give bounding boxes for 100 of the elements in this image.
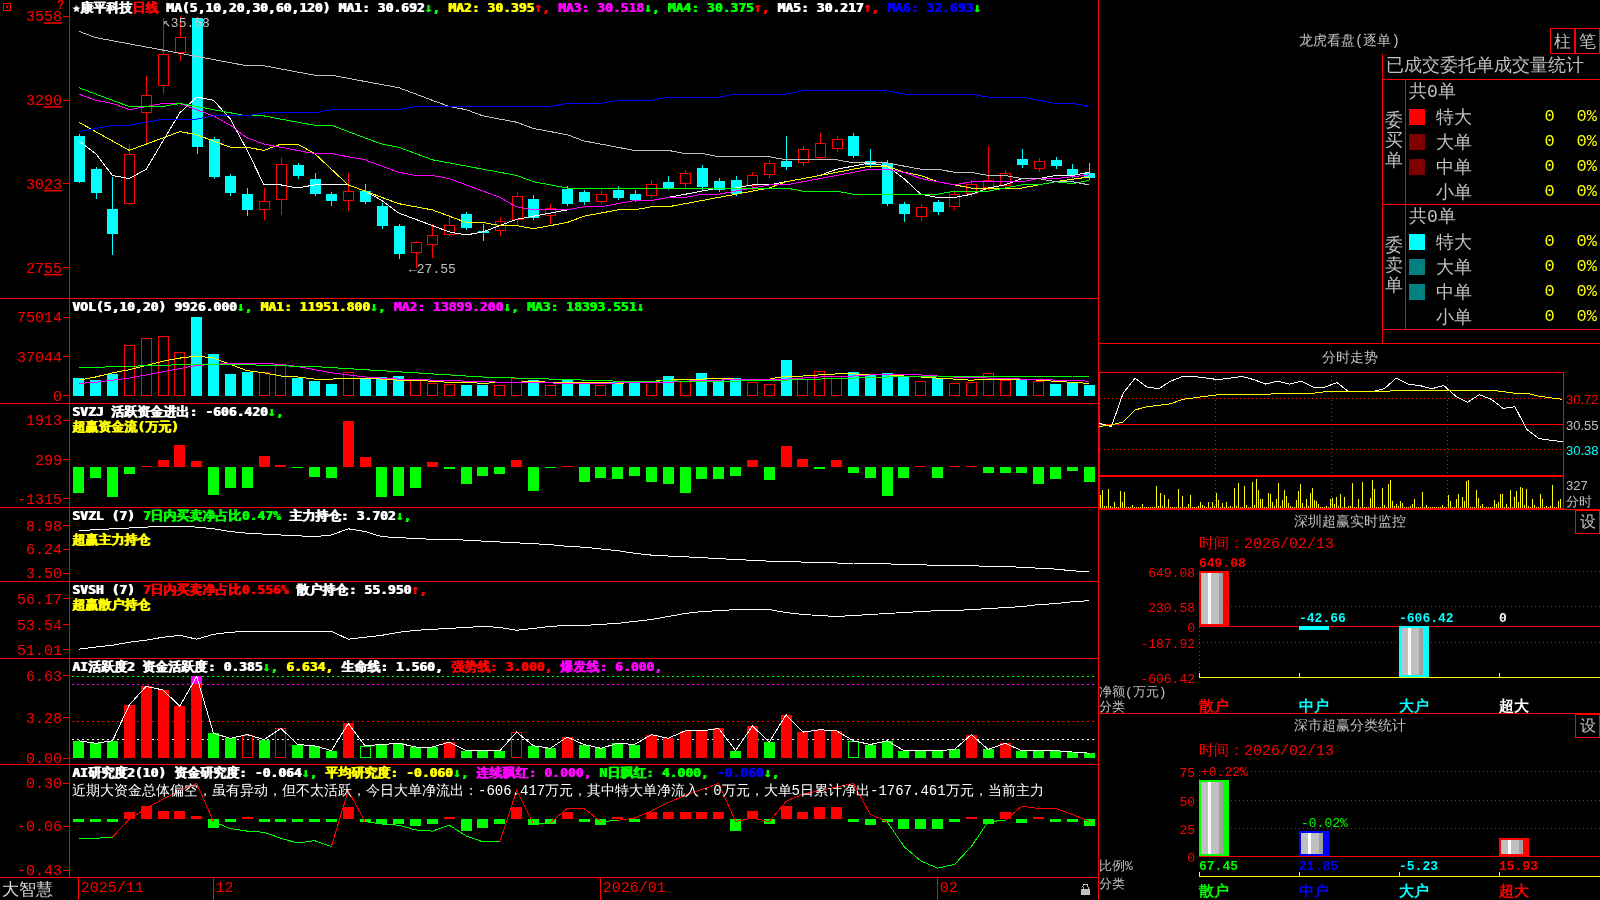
legend-text: 活跃资金进出: -606.420 <box>111 404 268 419</box>
candle <box>1000 169 1011 189</box>
stripe-drawing <box>1201 573 1223 624</box>
order-total: 共0单 <box>1409 82 1456 102</box>
candle <box>899 201 910 223</box>
order-size-label: 中单 <box>1436 281 1472 304</box>
order-percent: 0% <box>1576 282 1597 301</box>
legend-text: ↑, <box>753 0 770 15</box>
axis-label: 53.54 <box>17 618 62 635</box>
axis-label: 327 <box>1566 478 1588 493</box>
candle <box>764 159 775 179</box>
candle <box>646 179 657 199</box>
order-count: 0 <box>1544 157 1555 176</box>
table-title: 已成交委托单成交量统计 <box>1386 56 1584 76</box>
candle <box>91 166 102 200</box>
square-icon[interactable] <box>3 3 11 11</box>
value-label: 15.93 <box>1499 859 1538 874</box>
panel-title: 深市超赢分类统计 <box>1293 717 1406 735</box>
candle <box>714 177 725 193</box>
axis-label: 8.98 <box>26 518 62 536</box>
candle <box>848 132 859 159</box>
candle <box>983 145 994 191</box>
date-label: 02 <box>936 878 958 900</box>
legend-text: 平均研究度: -0.060 <box>325 765 453 780</box>
view-toggle-button[interactable]: 笔 <box>1575 28 1600 54</box>
candle <box>461 211 472 231</box>
axis-label: 6.24 <box>26 542 62 560</box>
candle <box>141 75 152 145</box>
order-size-label: 大单 <box>1436 256 1472 279</box>
legend-text: ↓ <box>973 0 981 15</box>
axis-title: 分类 <box>1099 877 1125 892</box>
axis-label: 3290 <box>25 93 62 111</box>
axis-label: 30.55 <box>1566 417 1599 433</box>
candle <box>680 169 691 189</box>
candle <box>815 132 826 161</box>
legend-text: MA1: 11951.800 <box>260 299 370 314</box>
candle <box>1067 163 1078 179</box>
legend-text: ↓, <box>395 508 412 523</box>
legend-text: ↓, <box>236 299 253 314</box>
category-label: 中户 <box>1299 699 1329 713</box>
order-size-label: 特大 <box>1436 106 1472 129</box>
candle <box>865 148 876 169</box>
axis-label: 30.72 <box>1566 391 1599 407</box>
candle <box>697 164 708 191</box>
legend-text: 主力持仓: 3.702 <box>288 508 396 523</box>
candle <box>310 172 321 197</box>
candle <box>579 189 590 206</box>
settings-button[interactable]: 设 <box>1575 714 1600 738</box>
candle <box>259 187 270 221</box>
legend-text: -0.060 <box>716 765 764 780</box>
category-label: 大户 <box>1399 699 1429 713</box>
legend-text: 7日内买卖净占比0.556% <box>142 582 289 597</box>
legend-text: 超赢散户持仓 <box>72 597 150 612</box>
candle <box>545 203 556 225</box>
panel-title: 深圳超赢实时监控 <box>1293 513 1406 531</box>
candle <box>528 194 539 221</box>
candle <box>596 189 607 205</box>
candle <box>613 185 624 201</box>
stripe-drawing <box>1401 628 1423 675</box>
order-size-label: 中单 <box>1436 156 1472 179</box>
legend-text: 超赢主力持仓 <box>72 532 150 547</box>
legend-text: ↑, <box>863 0 879 15</box>
category-label: 中户 <box>1299 884 1329 900</box>
order-percent: 0% <box>1576 157 1597 176</box>
legend-text: MA6: 32.693 <box>886 0 974 15</box>
legend-text: ↓ <box>636 299 645 314</box>
legend-text: MA2: 13899.200 <box>393 299 503 314</box>
candle <box>326 191 337 207</box>
candle <box>394 223 405 260</box>
legend-text: N日飘红: 4.000, <box>599 765 709 780</box>
candle <box>1051 156 1062 170</box>
order-count: 0 <box>1544 182 1555 201</box>
candle <box>444 214 455 237</box>
legend-text: ↓, <box>301 765 318 780</box>
category-label: 超大 <box>1499 884 1529 900</box>
legend-text: SVZJ <box>72 404 104 419</box>
axis-label: -1315 <box>17 492 62 507</box>
axis-label: 1913 <box>26 413 62 431</box>
legend-text: AI研究度2(10) <box>72 765 166 780</box>
legend-text: ★康平科技 <box>72 0 132 15</box>
axis-label: 0 <box>1187 620 1195 636</box>
settings-button[interactable]: 设 <box>1575 510 1600 534</box>
stripe-drawing <box>1201 782 1223 854</box>
order-size-label: 大单 <box>1436 131 1472 154</box>
lock-icon[interactable] <box>1081 883 1090 895</box>
order-percent: 0% <box>1576 107 1597 126</box>
group-label: 委卖单 <box>1385 237 1403 297</box>
legend-text: 7日内买卖净占比0.47% <box>142 508 281 523</box>
axis-label: 230.58 <box>1148 600 1195 616</box>
legend-text: 日线 <box>131 0 158 15</box>
axis-label: 30.38 <box>1566 442 1599 458</box>
legend-text: ↓, <box>503 299 519 314</box>
candle <box>360 183 371 205</box>
view-toggle-button[interactable]: 柱 <box>1550 28 1575 54</box>
candle <box>495 216 506 237</box>
candle <box>225 173 236 197</box>
legend-text: MA3: 30.518 <box>557 0 644 15</box>
order-percent: 0% <box>1576 182 1597 201</box>
legend-text: SVSH (7) <box>72 582 135 597</box>
time-label: 时间：2026/02/13 <box>1199 743 1334 760</box>
